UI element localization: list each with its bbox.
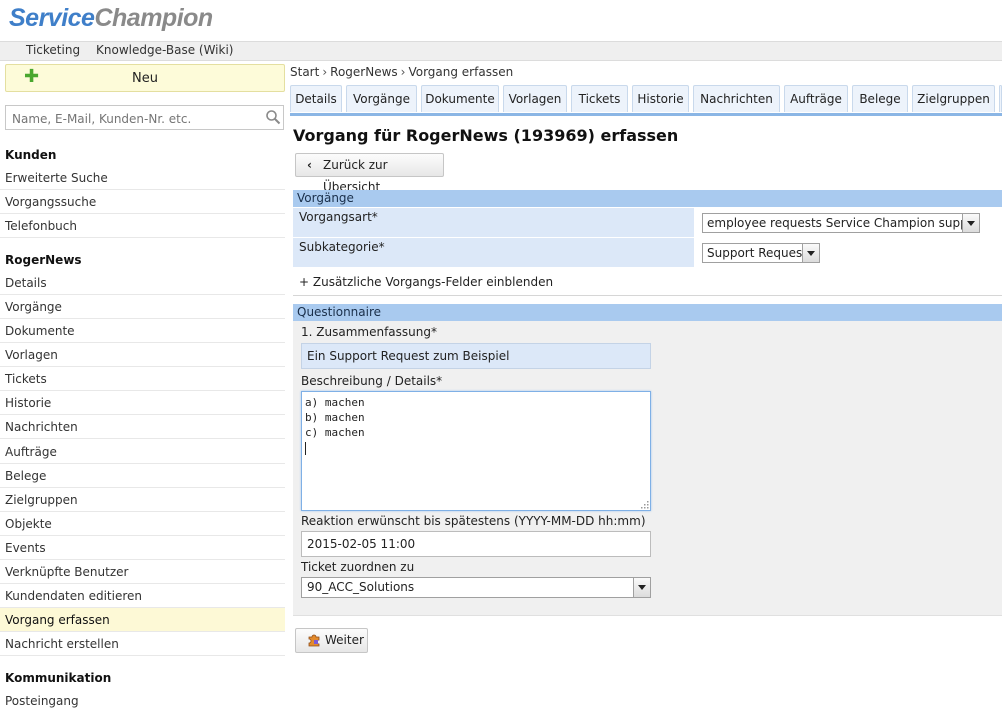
breadcrumb-customer[interactable]: RogerNews <box>330 65 398 79</box>
tab-vorgaenge[interactable]: Vorgänge <box>346 85 417 112</box>
description-textarea[interactable]: a) machen b) machen c) machen <box>301 391 651 511</box>
summary-input[interactable]: Ein Support Request zum Beispiel <box>301 343 651 369</box>
sidebar-item-nachrichten[interactable]: Nachrichten <box>0 415 285 439</box>
sidebar-heading-rogernews: RogerNews <box>5 253 82 267</box>
sidebar-item-erweiterte-suche[interactable]: Erweiterte Suche <box>0 166 285 190</box>
page-title: Vorgang für RogerNews (193969) erfassen <box>293 126 679 145</box>
puzzle-icon <box>307 632 322 655</box>
sidebar-item-kundendaten-editieren[interactable]: Kundendaten editieren <box>0 584 285 608</box>
tab-bar: Details Vorgänge Dokumente Vorlagen Tick… <box>290 85 1002 116</box>
chevron-right-icon: › <box>322 65 328 79</box>
section-header-questionnaire: Questionnaire <box>293 304 1002 321</box>
row-vorgangsart: Vorgangsart* employee requests Service C… <box>293 208 1002 238</box>
dropdown-arrow-icon <box>633 578 650 597</box>
description-label: Beschreibung / Details* <box>301 374 443 388</box>
tab-tickets[interactable]: Tickets <box>571 85 628 112</box>
sidebar-item-details[interactable]: Details <box>0 271 285 295</box>
sidebar-item-dokumente[interactable]: Dokumente <box>0 319 285 343</box>
sidebar-item-vorlagen[interactable]: Vorlagen <box>0 343 285 367</box>
row-subkategorie: Subkategorie* Support Request <box>293 238 1002 268</box>
breadcrumb-current: Vorgang erfassen <box>408 65 514 79</box>
sidebar-item-vorgang-erfassen[interactable]: Vorgang erfassen <box>0 608 285 632</box>
search-box <box>5 105 284 130</box>
tab-historie[interactable]: Historie <box>632 85 689 112</box>
back-button[interactable]: ‹ Zurück zur Übersicht <box>295 153 444 194</box>
breadcrumb-start[interactable]: Start <box>290 65 319 79</box>
dropdown-arrow-icon <box>802 244 819 262</box>
search-icon[interactable] <box>265 109 281 128</box>
ticket-value: 90_ACC_Solutions <box>307 580 415 594</box>
show-additional-fields-link[interactable]: + Zusätzliche Vorgangs-Felder einblenden <box>293 269 1002 296</box>
reaction-label: Reaktion erwünscht bis spätestens (YYYY-… <box>301 514 646 528</box>
search-input[interactable] <box>10 109 259 129</box>
sidebar-item-objekte[interactable]: Objekte <box>0 512 285 536</box>
breadcrumb: Start › RogerNews › Vorgang erfassen <box>290 65 513 79</box>
resize-handle-icon[interactable] <box>641 501 649 509</box>
tab-belege[interactable]: Belege <box>852 85 908 112</box>
next-button-label: Weiter <box>325 633 364 647</box>
sidebar-item-tickets[interactable]: Tickets <box>0 367 285 391</box>
sidebar-item-belege[interactable]: Belege <box>0 464 285 488</box>
sidebar-item-zielgruppen[interactable]: Zielgruppen <box>0 488 285 512</box>
topnav-knowledge-base[interactable]: Knowledge-Base (Wiki) <box>96 43 233 57</box>
tab-details[interactable]: Details <box>290 85 342 112</box>
subkategorie-cell: Support Request <box>696 238 1002 267</box>
dropdown-arrow-icon <box>962 214 979 232</box>
tab-dokumente[interactable]: Dokumente <box>421 85 499 112</box>
summary-label: 1. Zusammenfassung* <box>301 325 437 339</box>
logo-part-2: Champion <box>94 4 213 32</box>
sidebar-item-events[interactable]: Events <box>0 536 285 560</box>
tab-auftraege[interactable]: Aufträge <box>784 85 848 112</box>
new-button[interactable]: ✚ Neu <box>5 64 285 92</box>
vorgangsart-select[interactable]: employee requests Service Champion suppo… <box>702 213 980 233</box>
top-navigation: Ticketing Knowledge-Base (Wiki) <box>0 41 1002 61</box>
subkategorie-label: Subkategorie* <box>293 238 694 267</box>
tab-zielgruppen[interactable]: Zielgruppen <box>912 85 995 112</box>
subkategorie-value: Support Request <box>707 246 807 260</box>
description-line: a) machen <box>305 396 365 409</box>
vorgangsart-label: Vorgangsart* <box>293 208 694 237</box>
logo-part-1: Service <box>9 4 95 32</box>
chevron-left-icon: ‹ <box>307 158 312 172</box>
description-line: c) machen <box>305 426 365 439</box>
sidebar-heading-kunden: Kunden <box>5 148 57 162</box>
sidebar-item-telefonbuch[interactable]: Telefonbuch <box>0 214 285 238</box>
sidebar-item-posteingang[interactable]: Posteingang <box>0 689 285 713</box>
sidebar-item-vorgangssuche[interactable]: Vorgangssuche <box>0 190 285 214</box>
reaction-input[interactable]: 2015-02-05 11:00 <box>301 531 651 557</box>
sidebar-item-verknuepfte-benutzer[interactable]: Verknüpfte Benutzer <box>0 560 285 584</box>
section-header-vorgaenge: Vorgänge <box>293 190 1002 207</box>
next-button[interactable]: Weiter <box>295 628 368 653</box>
sidebar-heading-kommunikation: Kommunikation <box>5 671 112 685</box>
text-caret <box>305 441 306 455</box>
tab-nachrichten[interactable]: Nachrichten <box>693 85 780 112</box>
new-button-label: Neu <box>132 71 158 86</box>
sidebar-item-vorgaenge[interactable]: Vorgänge <box>0 295 285 319</box>
tab-vorlagen[interactable]: Vorlagen <box>503 85 567 112</box>
sidebar-item-historie[interactable]: Historie <box>0 391 285 415</box>
sidebar-item-nachricht-erstellen[interactable]: Nachricht erstellen <box>0 632 285 656</box>
subkategorie-select[interactable]: Support Request <box>702 243 820 263</box>
ticket-label: Ticket zuordnen zu <box>301 560 415 574</box>
logo: ServiceChampion <box>9 4 213 33</box>
sidebar-item-auftraege[interactable]: Aufträge <box>0 440 285 464</box>
vorgangsart-value: employee requests Service Champion suppo… <box>707 216 980 230</box>
vorgangsart-cell: employee requests Service Champion suppo… <box>696 208 1002 237</box>
ticket-select[interactable]: 90_ACC_Solutions <box>301 577 651 598</box>
chevron-right-icon: › <box>400 65 406 79</box>
description-line: b) machen <box>305 411 365 424</box>
topnav-ticketing[interactable]: Ticketing <box>26 43 80 57</box>
